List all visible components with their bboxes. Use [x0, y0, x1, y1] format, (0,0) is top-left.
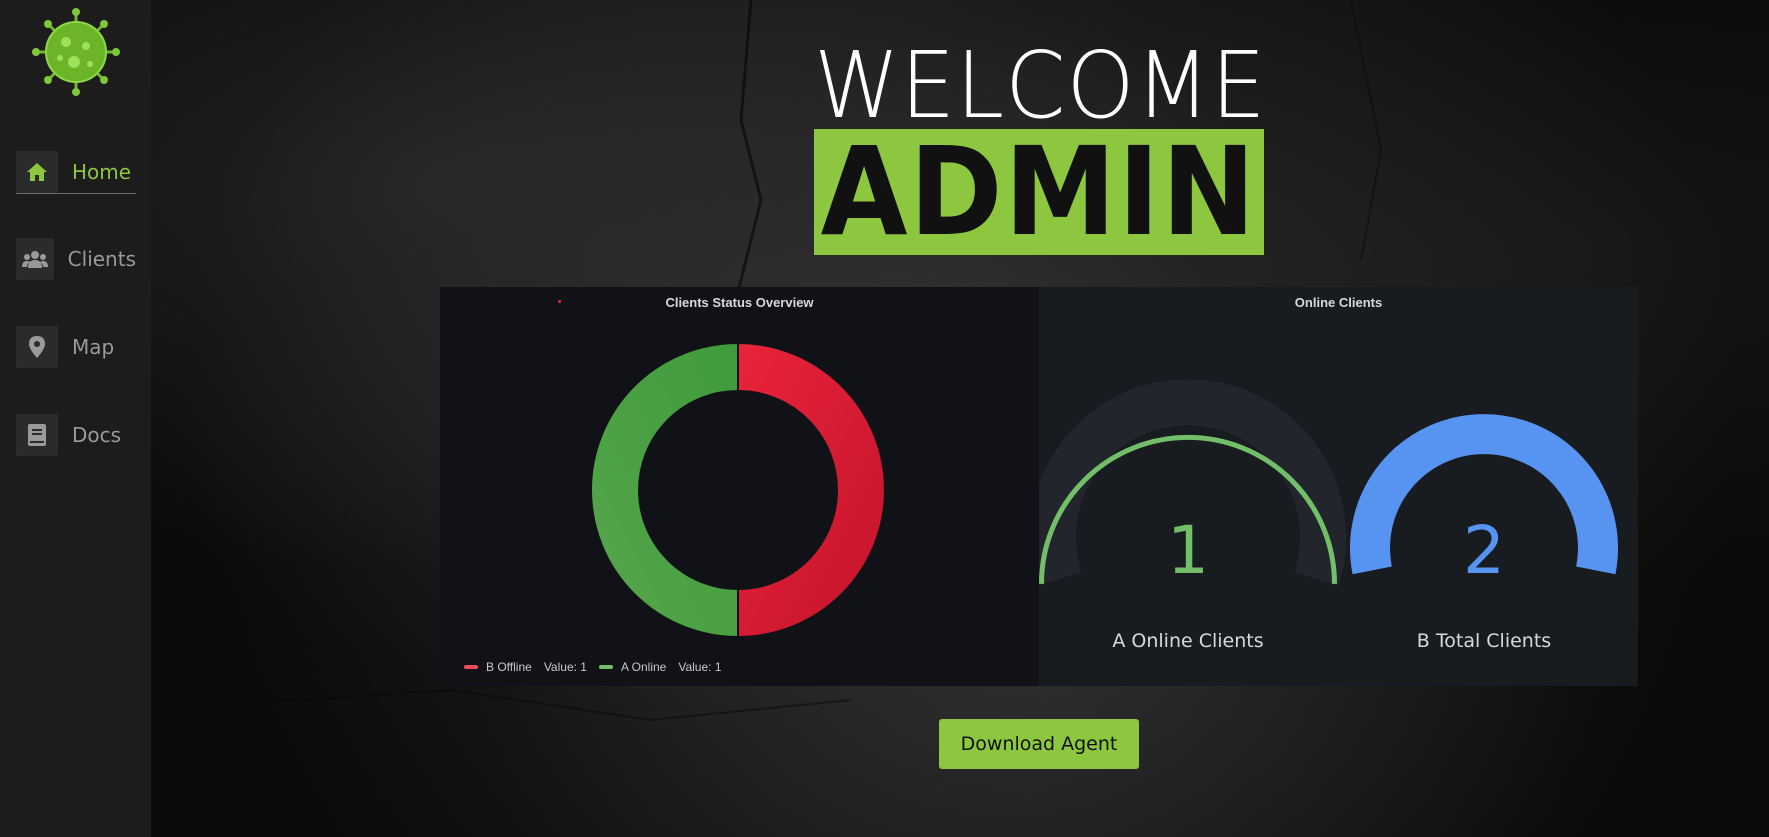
- download-agent-button[interactable]: Download Agent: [939, 719, 1139, 769]
- admin-banner: ADMIN: [814, 121, 1264, 263]
- sidebar-item-docs[interactable]: Docs: [16, 414, 136, 456]
- sidebar-item-label: Docs: [72, 423, 122, 447]
- legend-value: Value: 1: [543, 660, 587, 674]
- online-clients-panel: Online Clients 1 2 A Online Clients B To…: [1039, 287, 1638, 686]
- virus-icon[interactable]: [30, 6, 122, 98]
- legend-item-online[interactable]: A Online Value: 1: [598, 660, 722, 674]
- legend-value: Value: 1: [678, 660, 722, 674]
- book-icon: [16, 414, 58, 456]
- legend-item-offline[interactable]: B Offline Value: 1: [464, 660, 587, 674]
- gauge-a-value: 1: [1167, 512, 1209, 589]
- users-icon: [16, 238, 54, 280]
- admin-heading: ADMIN: [820, 121, 1258, 263]
- donut-chart: [590, 341, 886, 639]
- sidebar-item-clients[interactable]: Clients: [16, 238, 136, 280]
- legend-swatch: [464, 665, 478, 669]
- legend-label: A Online: [620, 660, 667, 674]
- gauge-a-label: A Online Clients: [1112, 630, 1264, 652]
- sidebar-item-home[interactable]: Home: [16, 150, 136, 194]
- legend-swatch: [598, 665, 613, 669]
- gauge-b-value: 2: [1463, 512, 1505, 589]
- sidebar-item-map[interactable]: Map: [16, 326, 136, 368]
- chart-legend: B Offline Value: 1 A Online Value: 1: [464, 660, 734, 674]
- donut-slice-b-offline[interactable]: [737, 341, 886, 639]
- map-marker-icon: [16, 326, 58, 368]
- sidebar: Home Clients Map Docs: [0, 0, 151, 837]
- donut-slice-a-online[interactable]: [590, 341, 739, 639]
- legend-label: B Offline: [486, 660, 532, 674]
- home-icon: [16, 150, 58, 193]
- sidebar-item-label: Map: [72, 335, 115, 359]
- clients-status-panel: Clients Status Overview B Offline Value:…: [440, 287, 1039, 686]
- gauge-b-label: B Total Clients: [1416, 630, 1552, 652]
- gauges: [1039, 379, 1618, 586]
- sidebar-item-label: Home: [72, 159, 132, 184]
- sidebar-item-label: Clients: [67, 247, 136, 271]
